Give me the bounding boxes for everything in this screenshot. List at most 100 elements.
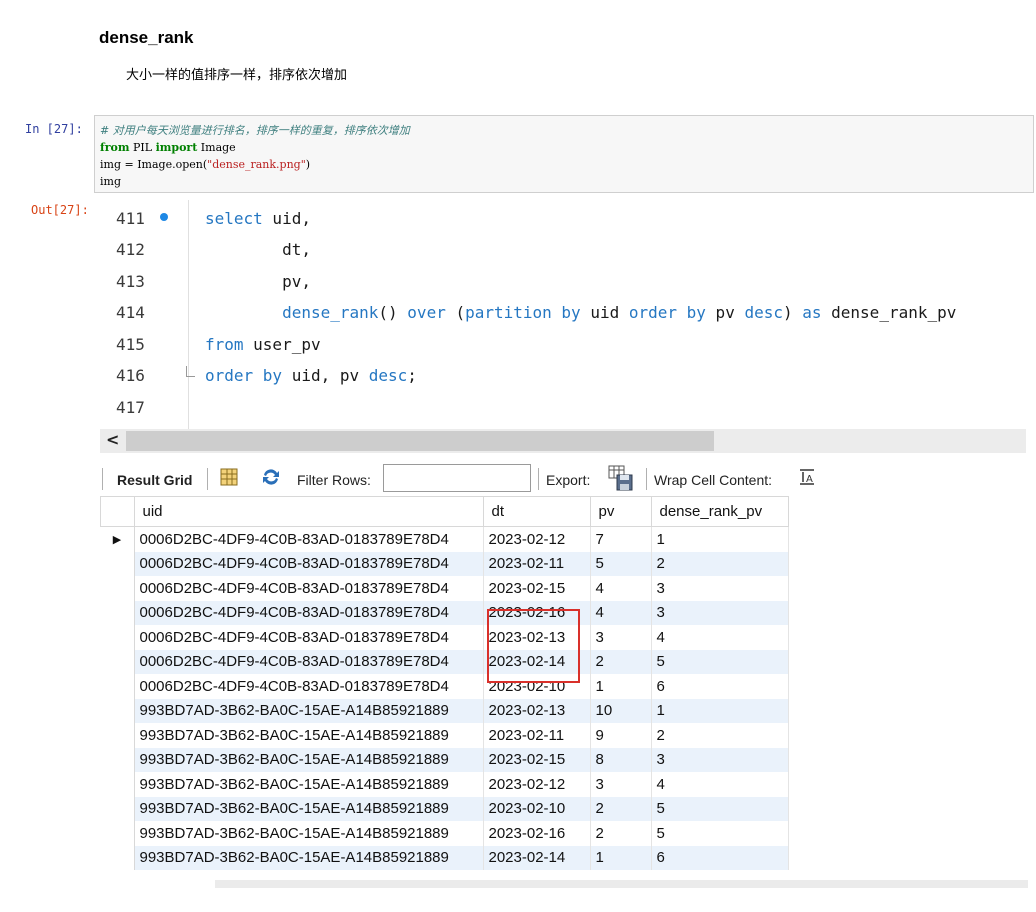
cell-uid[interactable]: 0006D2BC-4DF9-4C0B-83AD-0183789E78D4 <box>134 576 484 601</box>
cell-dt[interactable]: 2023-02-12 <box>483 772 591 797</box>
cell-dt[interactable]: 2023-02-14 <box>483 845 591 870</box>
row-marker[interactable] <box>100 649 135 674</box>
cell-dense-rank-pv[interactable]: 4 <box>651 772 789 797</box>
row-marker[interactable] <box>100 772 135 797</box>
table-row[interactable]: 0006D2BC-4DF9-4C0B-83AD-0183789E78D4 2023… <box>100 625 789 650</box>
cell-pv[interactable]: 10 <box>590 698 652 723</box>
cell-dt[interactable]: 2023-02-12 <box>483 526 591 552</box>
export-icon[interactable] <box>608 465 634 491</box>
cell-uid[interactable]: 0006D2BC-4DF9-4C0B-83AD-0183789E78D4 <box>134 551 484 576</box>
scroll-left-icon[interactable]: < <box>106 430 119 449</box>
breakpoint-dot-icon[interactable] <box>160 213 168 221</box>
row-marker[interactable]: ▶ <box>100 526 135 552</box>
table-row[interactable]: 993BD7AD-3B62-BA0C-15AE-A14B85921889 2023… <box>100 796 789 821</box>
row-marker[interactable] <box>100 821 135 846</box>
cell-dt[interactable]: 2023-02-15 <box>483 576 591 601</box>
table-row[interactable]: 0006D2BC-4DF9-4C0B-83AD-0183789E78D4 2023… <box>100 649 789 674</box>
cell-uid[interactable]: 993BD7AD-3B62-BA0C-15AE-A14B85921889 <box>134 772 484 797</box>
column-header-dt[interactable]: dt <box>482 496 591 527</box>
table-row[interactable]: 993BD7AD-3B62-BA0C-15AE-A14B85921889 2023… <box>100 772 789 797</box>
row-marker[interactable] <box>100 796 135 821</box>
row-marker[interactable] <box>100 747 135 772</box>
row-marker[interactable] <box>100 723 135 748</box>
cell-pv[interactable]: 8 <box>590 747 652 772</box>
horizontal-scrollbar[interactable]: < <box>100 429 1026 453</box>
scrollbar-thumb[interactable] <box>126 431 714 451</box>
cell-pv[interactable]: 1 <box>590 845 652 870</box>
line-number: 413 <box>116 272 145 291</box>
cell-pv[interactable]: 5 <box>590 551 652 576</box>
cell-dense-rank-pv[interactable]: 6 <box>651 845 789 870</box>
result-grid-label[interactable]: Result Grid <box>117 472 192 488</box>
cell-dt[interactable]: 2023-02-10 <box>483 796 591 821</box>
cell-pv[interactable]: 7 <box>590 526 652 552</box>
cell-dense-rank-pv[interactable]: 3 <box>651 747 789 772</box>
cell-dt[interactable]: 2023-02-11 <box>483 551 591 576</box>
row-marker[interactable] <box>100 551 135 576</box>
cell-uid[interactable]: 993BD7AD-3B62-BA0C-15AE-A14B85921889 <box>134 698 484 723</box>
cell-dt[interactable]: 2023-02-15 <box>483 747 591 772</box>
cell-dense-rank-pv[interactable]: 2 <box>651 723 789 748</box>
cell-dense-rank-pv[interactable]: 1 <box>651 526 789 552</box>
cell-uid[interactable]: 0006D2BC-4DF9-4C0B-83AD-0183789E78D4 <box>134 649 484 674</box>
table-row[interactable]: 0006D2BC-4DF9-4C0B-83AD-0183789E78D4 2023… <box>100 551 789 576</box>
cell-dense-rank-pv[interactable]: 5 <box>651 796 789 821</box>
cell-pv[interactable]: 1 <box>590 674 652 699</box>
cell-uid[interactable]: 0006D2BC-4DF9-4C0B-83AD-0183789E78D4 <box>134 600 484 625</box>
cell-uid[interactable]: 993BD7AD-3B62-BA0C-15AE-A14B85921889 <box>134 821 484 846</box>
cell-pv[interactable]: 4 <box>590 576 652 601</box>
filter-rows-input[interactable] <box>383 464 531 492</box>
cell-dense-rank-pv[interactable]: 5 <box>651 821 789 846</box>
row-marker[interactable] <box>100 625 135 650</box>
table-row[interactable]: 0006D2BC-4DF9-4C0B-83AD-0183789E78D4 2023… <box>100 674 789 699</box>
cell-pv[interactable]: 2 <box>590 796 652 821</box>
fold-marker-icon[interactable] <box>186 366 195 377</box>
wrap-text-icon[interactable]: A <box>797 467 817 487</box>
cell-pv[interactable]: 4 <box>590 600 652 625</box>
grid-view-icon[interactable] <box>219 467 239 487</box>
table-row[interactable]: 993BD7AD-3B62-BA0C-15AE-A14B85921889 2023… <box>100 723 789 748</box>
cell-dt[interactable]: 2023-02-16 <box>483 821 591 846</box>
refresh-icon[interactable] <box>261 467 281 487</box>
line-number: 414 <box>116 303 145 322</box>
column-header-uid[interactable]: uid <box>133 496 484 527</box>
row-marker[interactable] <box>100 698 135 723</box>
column-header-dense-rank-pv[interactable]: dense_rank_pv <box>650 496 789 527</box>
cell-pv[interactable]: 2 <box>590 821 652 846</box>
row-marker[interactable] <box>100 674 135 699</box>
column-header-pv[interactable]: pv <box>589 496 652 527</box>
table-row[interactable]: 0006D2BC-4DF9-4C0B-83AD-0183789E78D4 2023… <box>100 600 789 625</box>
row-marker[interactable] <box>100 576 135 601</box>
cell-uid[interactable]: 993BD7AD-3B62-BA0C-15AE-A14B85921889 <box>134 747 484 772</box>
cell-uid[interactable]: 993BD7AD-3B62-BA0C-15AE-A14B85921889 <box>134 845 484 870</box>
cell-pv[interactable]: 2 <box>590 649 652 674</box>
cell-dense-rank-pv[interactable]: 4 <box>651 625 789 650</box>
table-row[interactable]: ▶ 0006D2BC-4DF9-4C0B-83AD-0183789E78D4 202… <box>100 526 789 552</box>
cell-uid[interactable]: 0006D2BC-4DF9-4C0B-83AD-0183789E78D4 <box>134 674 484 699</box>
table-row[interactable]: 993BD7AD-3B62-BA0C-15AE-A14B85921889 2023… <box>100 821 789 846</box>
cell-dt[interactable]: 2023-02-13 <box>483 698 591 723</box>
row-marker[interactable] <box>100 845 135 870</box>
cell-pv[interactable]: 3 <box>590 772 652 797</box>
table-row[interactable]: 993BD7AD-3B62-BA0C-15AE-A14B85921889 2023… <box>100 845 789 870</box>
sql-line: dense_rank() over (partition by uid orde… <box>205 303 956 322</box>
cell-dense-rank-pv[interactable]: 1 <box>651 698 789 723</box>
table-row[interactable]: 993BD7AD-3B62-BA0C-15AE-A14B85921889 2023… <box>100 747 789 772</box>
cell-dense-rank-pv[interactable]: 3 <box>651 600 789 625</box>
table-row[interactable]: 993BD7AD-3B62-BA0C-15AE-A14B85921889 2023… <box>100 698 789 723</box>
cell-pv[interactable]: 3 <box>590 625 652 650</box>
cell-dense-rank-pv[interactable]: 5 <box>651 649 789 674</box>
cell-uid[interactable]: 993BD7AD-3B62-BA0C-15AE-A14B85921889 <box>134 723 484 748</box>
cell-dense-rank-pv[interactable]: 6 <box>651 674 789 699</box>
cell-uid[interactable]: 993BD7AD-3B62-BA0C-15AE-A14B85921889 <box>134 796 484 821</box>
cell-dense-rank-pv[interactable]: 3 <box>651 576 789 601</box>
cell-uid[interactable]: 0006D2BC-4DF9-4C0B-83AD-0183789E78D4 <box>134 625 484 650</box>
code-cell[interactable]: # 对用户每天浏览量进行排名，排序一样的重复，排序依次增加 from PIL i… <box>94 115 1034 193</box>
cell-dt[interactable]: 2023-02-11 <box>483 723 591 748</box>
cell-dense-rank-pv[interactable]: 2 <box>651 551 789 576</box>
row-marker[interactable] <box>100 600 135 625</box>
table-row[interactable]: 0006D2BC-4DF9-4C0B-83AD-0183789E78D4 2023… <box>100 576 789 601</box>
cell-uid[interactable]: 0006D2BC-4DF9-4C0B-83AD-0183789E78D4 <box>134 526 484 552</box>
grid-horizontal-scrollbar[interactable] <box>215 880 1028 888</box>
cell-pv[interactable]: 9 <box>590 723 652 748</box>
